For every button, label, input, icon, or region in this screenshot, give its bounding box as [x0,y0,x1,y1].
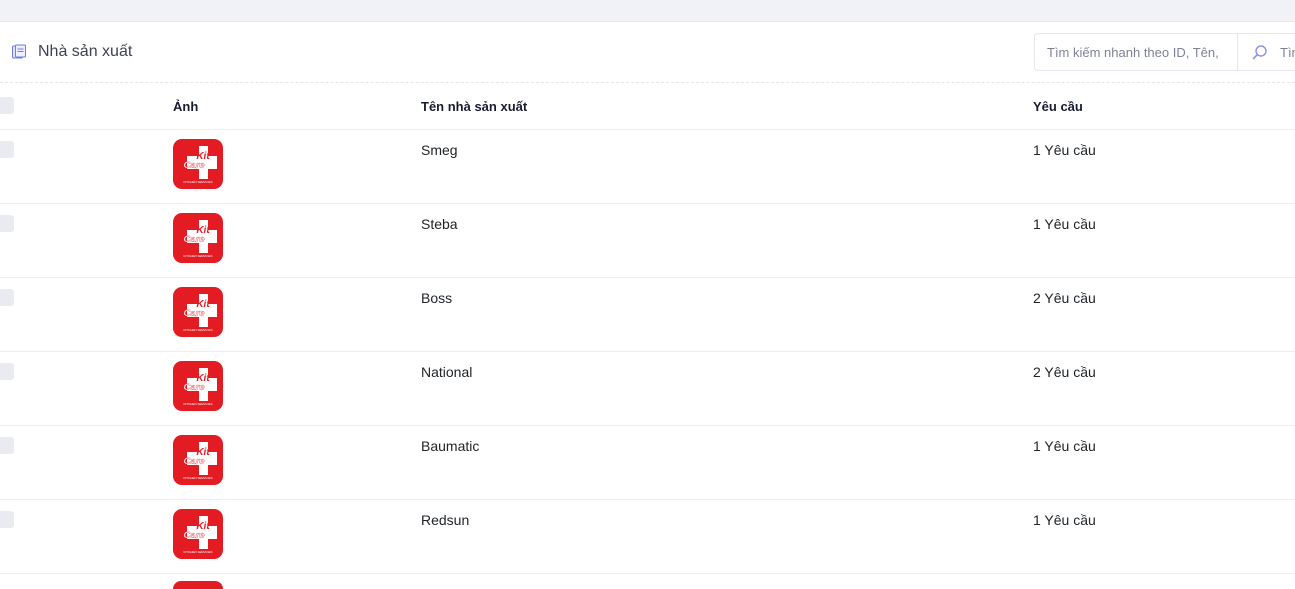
svg-text:KITCHEN SERVICES: KITCHEN SERVICES [183,550,212,554]
table-row[interactable]: Kit Care KITCHEN SERVICES Smeg 1 Yêu cầu [0,130,1295,204]
table-row[interactable]: Kit Care KITCHEN SERVICES National 2 Yêu c… [0,352,1295,426]
svg-text:Care: Care [183,234,205,245]
svg-text:KITCHEN SERVICES: KITCHEN SERVICES [183,476,212,480]
request-count: 1 Yêu cầu [1033,142,1096,158]
request-count: 2 Yêu cầu [1033,364,1096,380]
manufacturer-table: Ảnh Tên nhà sản xuất Yêu cầu Kit Care KITC… [0,83,1295,574]
column-header-requests[interactable]: Yêu cầu [1033,99,1083,114]
top-strip [0,0,1295,22]
svg-text:KITCHEN SERVICES: KITCHEN SERVICES [183,180,212,184]
svg-text:Care: Care [183,382,205,393]
svg-text:KITCHEN SERVICES: KITCHEN SERVICES [183,254,212,258]
search-button-label: Tìm [1280,44,1295,60]
row-checkbox[interactable] [0,437,14,454]
row-checkbox[interactable] [0,363,14,380]
request-count: 1 Yêu cầu [1033,216,1096,232]
svg-text:Care: Care [183,456,205,467]
svg-text:KITCHEN SERVICES: KITCHEN SERVICES [183,402,212,406]
svg-text:KITCHEN SERVICES: KITCHEN SERVICES [183,328,212,332]
page-header: Nhà sản xuất Tìm [0,22,1295,83]
manufacturer-name[interactable]: Boss [421,290,452,306]
manufacturer-name[interactable]: Steba [421,216,458,232]
row-checkbox[interactable] [0,289,14,306]
manufacturer-name[interactable]: National [421,364,472,380]
table-row[interactable]: Kit Care KITCHEN SERVICES Redsun 1 Yêu cầu [0,500,1295,574]
request-count: 1 Yêu cầu [1033,512,1096,528]
svg-text:Care: Care [183,308,205,319]
kitcare-logo: KitCareKITCHEN SERVICES [173,287,223,337]
select-all-checkbox[interactable] [0,97,14,114]
table-header: Ảnh Tên nhà sản xuất Yêu cầu [0,83,1295,130]
svg-text:Care: Care [183,530,205,541]
column-header-name[interactable]: Tên nhà sản xuất [421,99,527,114]
search-input[interactable] [1034,33,1238,71]
table-row[interactable]: Kit Care KITCHEN SERVICES Boss 2 Yêu cầu [0,278,1295,352]
kitcare-logo: KitCareKITCHEN SERVICES [173,361,223,411]
column-header-image: Ảnh [173,99,199,114]
manufacturer-name[interactable]: Baumatic [421,438,479,454]
table-row[interactable]: Kit Care KITCHEN SERVICES Steba 1 Yêu cầu [0,204,1295,278]
kitcare-logo: KitCareKITCHEN SERVICES [173,213,223,263]
manufacturer-name[interactable]: Redsun [421,512,469,528]
kitcare-logo: KitCareKITCHEN SERVICES [173,139,223,189]
request-count: 1 Yêu cầu [1033,438,1096,454]
row-checkbox[interactable] [0,511,14,528]
table-row[interactable]: Kit Care KITCHEN SERVICES Baumatic 1 Yêu c… [0,426,1295,500]
kitcare-logo: KitCareKITCHEN SERVICES [173,509,223,559]
search-icon [1252,45,1267,60]
row-checkbox[interactable] [0,141,14,158]
document-icon [11,44,27,60]
request-count: 2 Yêu cầu [1033,290,1096,306]
row-checkbox[interactable] [0,215,14,232]
kitcare-logo-partial [173,581,223,589]
svg-text:Care: Care [183,160,205,171]
kitcare-logo: KitCareKITCHEN SERVICES [173,435,223,485]
header-title-group: Nhà sản xuất [11,42,132,62]
manufacturer-name[interactable]: Smeg [421,142,458,158]
search-button[interactable]: Tìm [1238,33,1295,71]
page-title: Nhà sản xuất [38,43,133,60]
